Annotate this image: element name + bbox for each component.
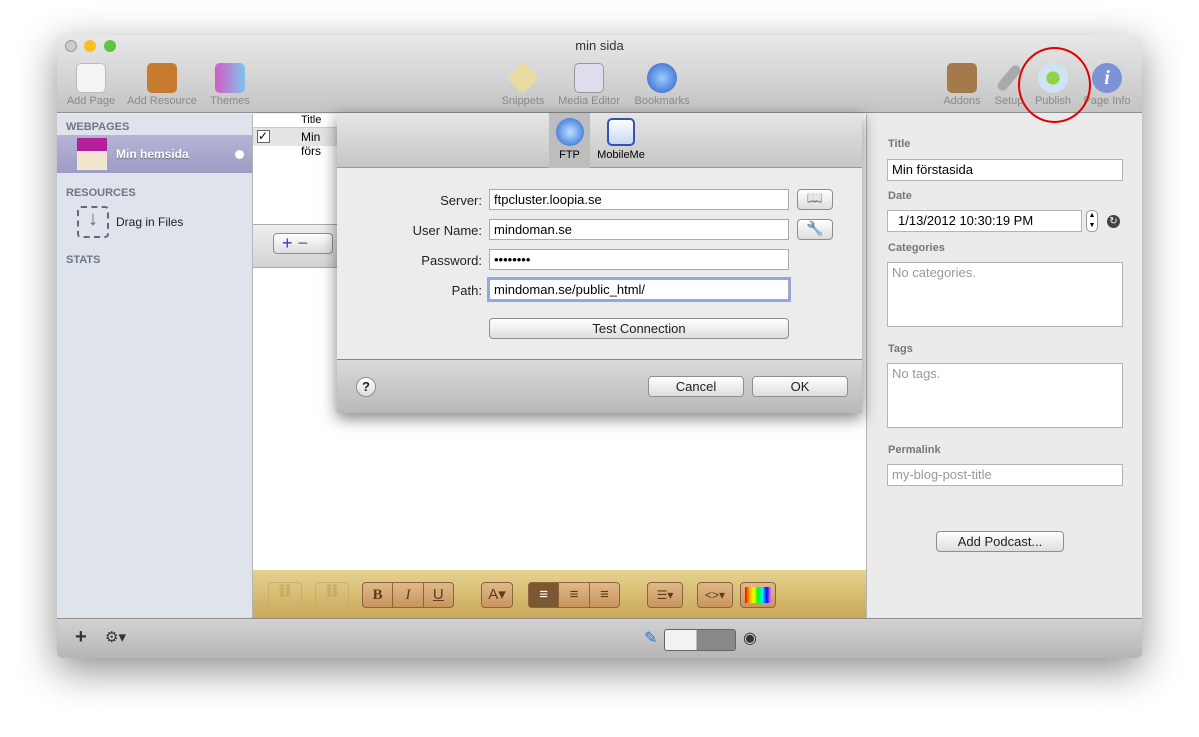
- align-right-button[interactable]: ≡: [590, 583, 619, 607]
- page-row[interactable]: ✓ Min förs: [253, 128, 343, 158]
- publish-settings-sheet: FTP MobileMe Server: ftpcluster.loopia.s…: [337, 113, 862, 413]
- stats-header: STATS: [66, 254, 101, 266]
- permalink-field[interactable]: my-blog-post-title: [887, 464, 1123, 486]
- refresh-icon[interactable]: ↻: [1107, 215, 1120, 228]
- add-page-plus-button[interactable]: + −: [273, 233, 333, 254]
- page-label: Min hemsida: [116, 147, 189, 161]
- password-label: Password:: [421, 253, 482, 268]
- date-field[interactable]: 1/13/2012 10:30:19 PM: [887, 210, 1082, 232]
- globe-icon: [555, 118, 584, 146]
- underline-button[interactable]: U: [424, 583, 453, 607]
- column-header-title[interactable]: Title: [253, 114, 343, 128]
- checkbox[interactable]: ✓: [257, 130, 270, 143]
- edit-preview-toggle[interactable]: [664, 629, 736, 651]
- snippets-button[interactable]: Snippets: [497, 62, 549, 107]
- permalink-label: Permalink: [888, 444, 941, 456]
- label: Addons: [943, 95, 981, 107]
- password-field[interactable]: ••••••••: [489, 249, 789, 270]
- date-stepper[interactable]: ▲ ▼: [1086, 210, 1098, 232]
- resources-header: RESOURCES: [66, 187, 136, 199]
- code-button[interactable]: <>▾: [698, 583, 732, 607]
- format-bar: ⛓ ⛓ BIU A▾ ≡ ≡ ≡ ☰▾ <>▾: [253, 570, 866, 618]
- bookmarks-book-icon[interactable]: 📖: [797, 189, 833, 210]
- remove-link-icon[interactable]: ⛓: [315, 582, 349, 608]
- window-title: min sida: [575, 38, 624, 53]
- color-picker-icon[interactable]: [745, 587, 771, 603]
- drag-in-files[interactable]: Drag in Files: [116, 215, 183, 229]
- italic-button[interactable]: I: [393, 583, 424, 607]
- info-icon: i: [1092, 63, 1122, 93]
- themes-button[interactable]: Themes: [205, 63, 255, 107]
- tab-label: MobileMe: [597, 149, 645, 161]
- username-field[interactable]: mindoman.se: [489, 219, 789, 240]
- app-window: min sida Add Page Add Resource Themes Sn…: [57, 35, 1142, 658]
- toolbar: min sida Add Page Add Resource Themes Sn…: [57, 35, 1142, 113]
- status-dot: [235, 150, 244, 159]
- keychain-wrench-icon[interactable]: 🔧: [797, 219, 833, 240]
- label: Page Info: [1083, 95, 1131, 107]
- house-icon: [77, 138, 107, 170]
- label: Add Page: [66, 95, 116, 107]
- add-link-icon[interactable]: ⛓: [268, 582, 302, 608]
- add-icon[interactable]: +: [75, 626, 87, 649]
- webpages-header: WEBPAGES: [66, 121, 130, 133]
- cancel-button[interactable]: Cancel: [648, 376, 744, 397]
- username-label: User Name:: [412, 223, 482, 238]
- media-editor-button[interactable]: Media Editor: [554, 63, 624, 107]
- add-page-button[interactable]: Add Page: [63, 63, 119, 107]
- add-podcast-button[interactable]: Add Podcast...: [936, 531, 1064, 552]
- tags-label: Tags: [888, 343, 913, 355]
- addons-icon: [947, 63, 977, 93]
- gear-icon[interactable]: ⚙▾: [105, 628, 126, 646]
- label: Add Resource: [127, 95, 197, 107]
- add-resource-button[interactable]: Add Resource: [123, 63, 201, 107]
- help-button[interactable]: ?: [356, 377, 376, 397]
- list-button[interactable]: ☰▾: [648, 583, 682, 607]
- label: Bookmarks: [634, 95, 690, 107]
- bottom-bar: + ⚙▾ ✎ ◉: [57, 618, 1142, 658]
- sheet-footer: ? Cancel OK: [337, 359, 862, 413]
- label: Snippets: [501, 95, 545, 107]
- list-footer: + −: [253, 224, 343, 268]
- categories-field[interactable]: No categories.: [887, 262, 1123, 327]
- ok-button[interactable]: OK: [752, 376, 848, 397]
- server-label: Server:: [440, 193, 482, 208]
- add-resource-icon: [147, 63, 177, 93]
- pencil-icon[interactable]: ✎: [644, 628, 657, 648]
- path-label: Path:: [451, 283, 482, 298]
- align-center-button[interactable]: ≡: [559, 583, 590, 607]
- path-field[interactable]: mindoman.se/public_html/: [489, 279, 789, 300]
- tags-field[interactable]: No tags.: [887, 363, 1123, 428]
- media-editor-icon: [574, 63, 604, 93]
- snippets-icon: [507, 62, 539, 94]
- date-label: Date: [888, 190, 912, 202]
- server-field[interactable]: ftpcluster.loopia.se: [489, 189, 789, 210]
- tab-mobileme[interactable]: MobileMe: [593, 113, 649, 168]
- bookmarks-icon: [647, 63, 677, 93]
- align-left-button[interactable]: ≡: [529, 583, 560, 607]
- test-connection-button[interactable]: Test Connection: [489, 318, 789, 339]
- addons-button[interactable]: Addons: [939, 63, 985, 107]
- sheet-tabs: FTP MobileMe: [337, 113, 862, 168]
- label: Media Editor: [558, 95, 620, 107]
- label: Themes: [210, 95, 250, 107]
- bookmarks-button[interactable]: Bookmarks: [631, 63, 693, 107]
- download-arrow-icon: ↓: [77, 206, 109, 238]
- themes-icon: [215, 63, 245, 93]
- bold-button[interactable]: B: [363, 583, 394, 607]
- add-page-icon: [76, 63, 106, 93]
- sidebar-item-min-hemsida[interactable]: Min hemsida: [57, 135, 252, 173]
- sidebar: WEBPAGES Min hemsida RESOURCES ↓ Drag in…: [57, 114, 253, 618]
- title-label: Title: [888, 138, 911, 150]
- inspector-panel: Title Min förstasida Date 1/13/2012 10:3…: [866, 114, 1142, 618]
- highlight-circle: [1018, 47, 1091, 123]
- eye-icon[interactable]: ◉: [743, 628, 757, 648]
- tab-label: FTP: [559, 149, 580, 161]
- font-button[interactable]: A▾: [482, 583, 512, 607]
- title-field[interactable]: Min förstasida: [887, 159, 1123, 181]
- categories-label: Categories: [888, 242, 945, 254]
- cloud-icon: [607, 118, 635, 146]
- tab-ftp[interactable]: FTP: [549, 113, 590, 168]
